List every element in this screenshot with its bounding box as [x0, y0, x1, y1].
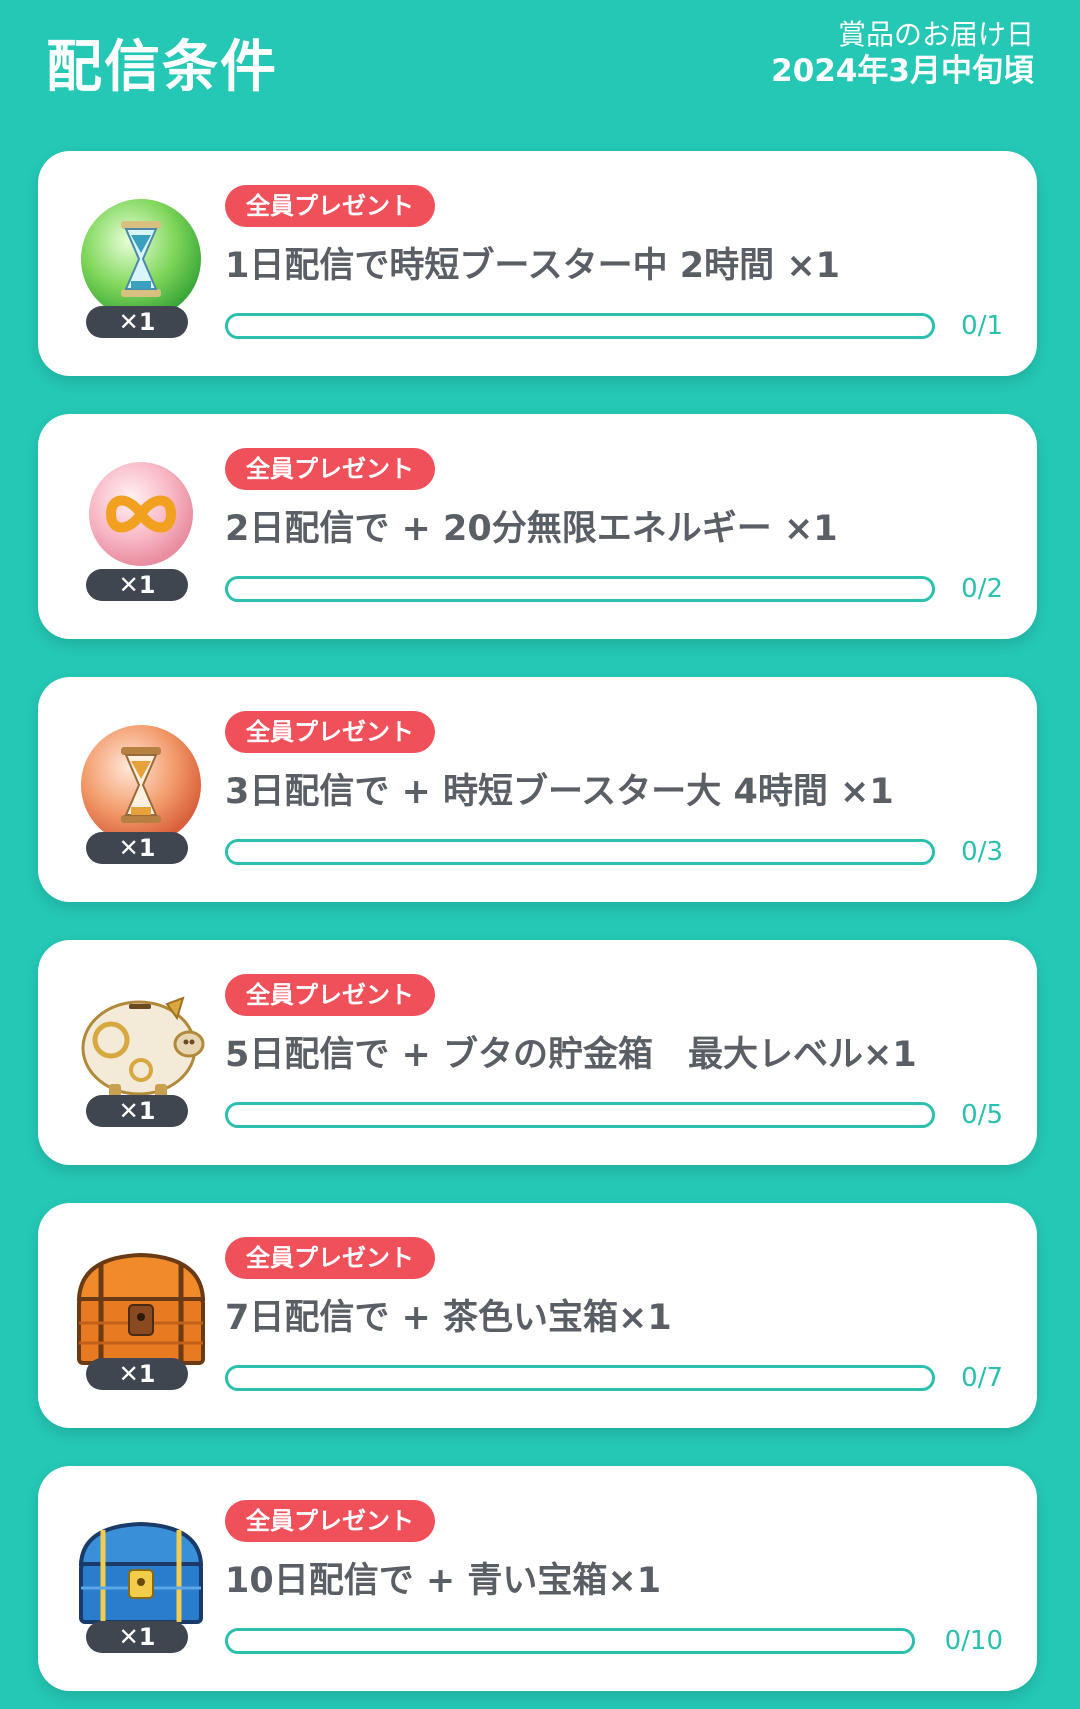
piggy-bank-icon [71, 980, 211, 1110]
reward-card-4: ✕1 全員プレゼント 5日配信で + ブタの貯金箱 最大レベル×1 0/5 [38, 940, 1037, 1165]
quantity-badge: ✕1 [86, 832, 188, 864]
reward-card-5: ✕1 全員プレゼント 7日配信で + 茶色い宝箱×1 0/7 [38, 1203, 1037, 1428]
condition-text: 3日配信で + 時短ブースター大 4時間 ×1 [225, 772, 894, 812]
page-title: 配信条件 [46, 35, 278, 100]
quantity-badge: ✕1 [86, 306, 188, 338]
reward-card-1: ✕1 全員プレゼント 1日配信で時短ブースター中 2時間 ×1 0/1 [38, 151, 1037, 376]
quantity-badge: ✕1 [86, 1095, 188, 1127]
delivery-date: 2024年3月中旬頃 [771, 53, 1034, 89]
gift-tag: 全員プレゼント [225, 1237, 435, 1279]
quantity-badge: ✕1 [86, 1358, 188, 1390]
gift-tag: 全員プレゼント [225, 711, 435, 753]
brown-chest-icon [71, 1243, 211, 1373]
quantity-badge: ✕1 [86, 569, 188, 601]
progress-bar [225, 1628, 915, 1654]
delivery-info: 賞品のお届け日 2024年3月中旬頃 [771, 18, 1034, 90]
progress-bar [225, 576, 935, 602]
blue-chest-icon [71, 1506, 211, 1636]
condition-text: 7日配信で + 茶色い宝箱×1 [225, 1298, 672, 1338]
progress-count: 0/5 [961, 1100, 1003, 1130]
progress-count: 0/1 [961, 311, 1003, 341]
hourglass-green-icon [71, 191, 211, 321]
header: 配信条件 賞品のお届け日 2024年3月中旬頃 [0, 0, 1080, 140]
condition-text: 10日配信で + 青い宝箱×1 [225, 1561, 662, 1601]
condition-text: 2日配信で + 20分無限エネルギー ×1 [225, 509, 838, 549]
quantity-badge: ✕1 [86, 1621, 188, 1653]
gift-tag: 全員プレゼント [225, 448, 435, 490]
reward-card-2: ✕1 全員プレゼント 2日配信で + 20分無限エネルギー ×1 0/2 [38, 414, 1037, 639]
gift-tag: 全員プレゼント [225, 185, 435, 227]
progress-bar [225, 1102, 935, 1128]
progress-bar [225, 313, 935, 339]
reward-card-6: ✕1 全員プレゼント 10日配信で + 青い宝箱×1 0/10 [38, 1466, 1037, 1691]
progress-bar [225, 1365, 935, 1391]
infinity-energy-icon [71, 454, 211, 584]
progress-bar [225, 839, 935, 865]
progress-count: 0/3 [961, 837, 1003, 867]
condition-text: 1日配信で時短ブースター中 2時間 ×1 [225, 246, 841, 286]
hourglass-orange-icon [71, 717, 211, 847]
progress-count: 0/10 [944, 1626, 1003, 1656]
condition-text: 5日配信で + ブタの貯金箱 最大レベル×1 [225, 1035, 917, 1075]
gift-tag: 全員プレゼント [225, 1500, 435, 1542]
reward-card-3: ✕1 全員プレゼント 3日配信で + 時短ブースター大 4時間 ×1 0/3 [38, 677, 1037, 902]
delivery-label: 賞品のお届け日 [837, 18, 1034, 51]
gift-tag: 全員プレゼント [225, 974, 435, 1016]
progress-count: 0/2 [961, 574, 1003, 604]
progress-count: 0/7 [961, 1363, 1003, 1393]
